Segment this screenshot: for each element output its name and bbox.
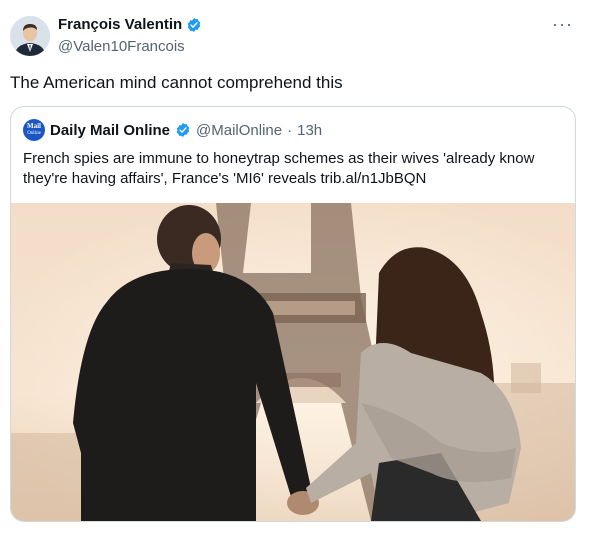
quoted-tweet-header: Mail Online Daily Mail Online @MailOnlin… — [23, 119, 322, 141]
daily-mail-logo[interactable]: Mail Online — [23, 119, 45, 141]
verified-badge-icon — [176, 123, 190, 137]
quoted-tweet-text: French spies are immune to honeytrap sch… — [23, 150, 535, 187]
author-avatar[interactable] — [10, 16, 50, 56]
meta-separator: · — [287, 121, 293, 139]
logo-text-mail: Mail — [27, 122, 41, 130]
more-options-icon[interactable]: ··· — [552, 14, 573, 35]
quoted-author-name[interactable]: Daily Mail Online — [50, 122, 170, 139]
author-name[interactable]: François Valentin — [58, 16, 182, 33]
tweet-text: The American mind cannot comprehend this — [10, 73, 343, 92]
verified-badge-icon — [187, 17, 201, 32]
author-handle[interactable]: @Valen10Francois — [58, 38, 185, 55]
quoted-timestamp[interactable]: 13h — [297, 122, 322, 139]
quoted-author-handle[interactable]: @MailOnline — [196, 122, 282, 139]
quoted-tweet-image[interactable] — [11, 203, 575, 521]
logo-text-online: Online — [27, 131, 41, 136]
quoted-tweet-card[interactable]: Mail Online Daily Mail Online @MailOnlin… — [10, 106, 576, 522]
author-name-row: François Valentin — [58, 16, 202, 33]
